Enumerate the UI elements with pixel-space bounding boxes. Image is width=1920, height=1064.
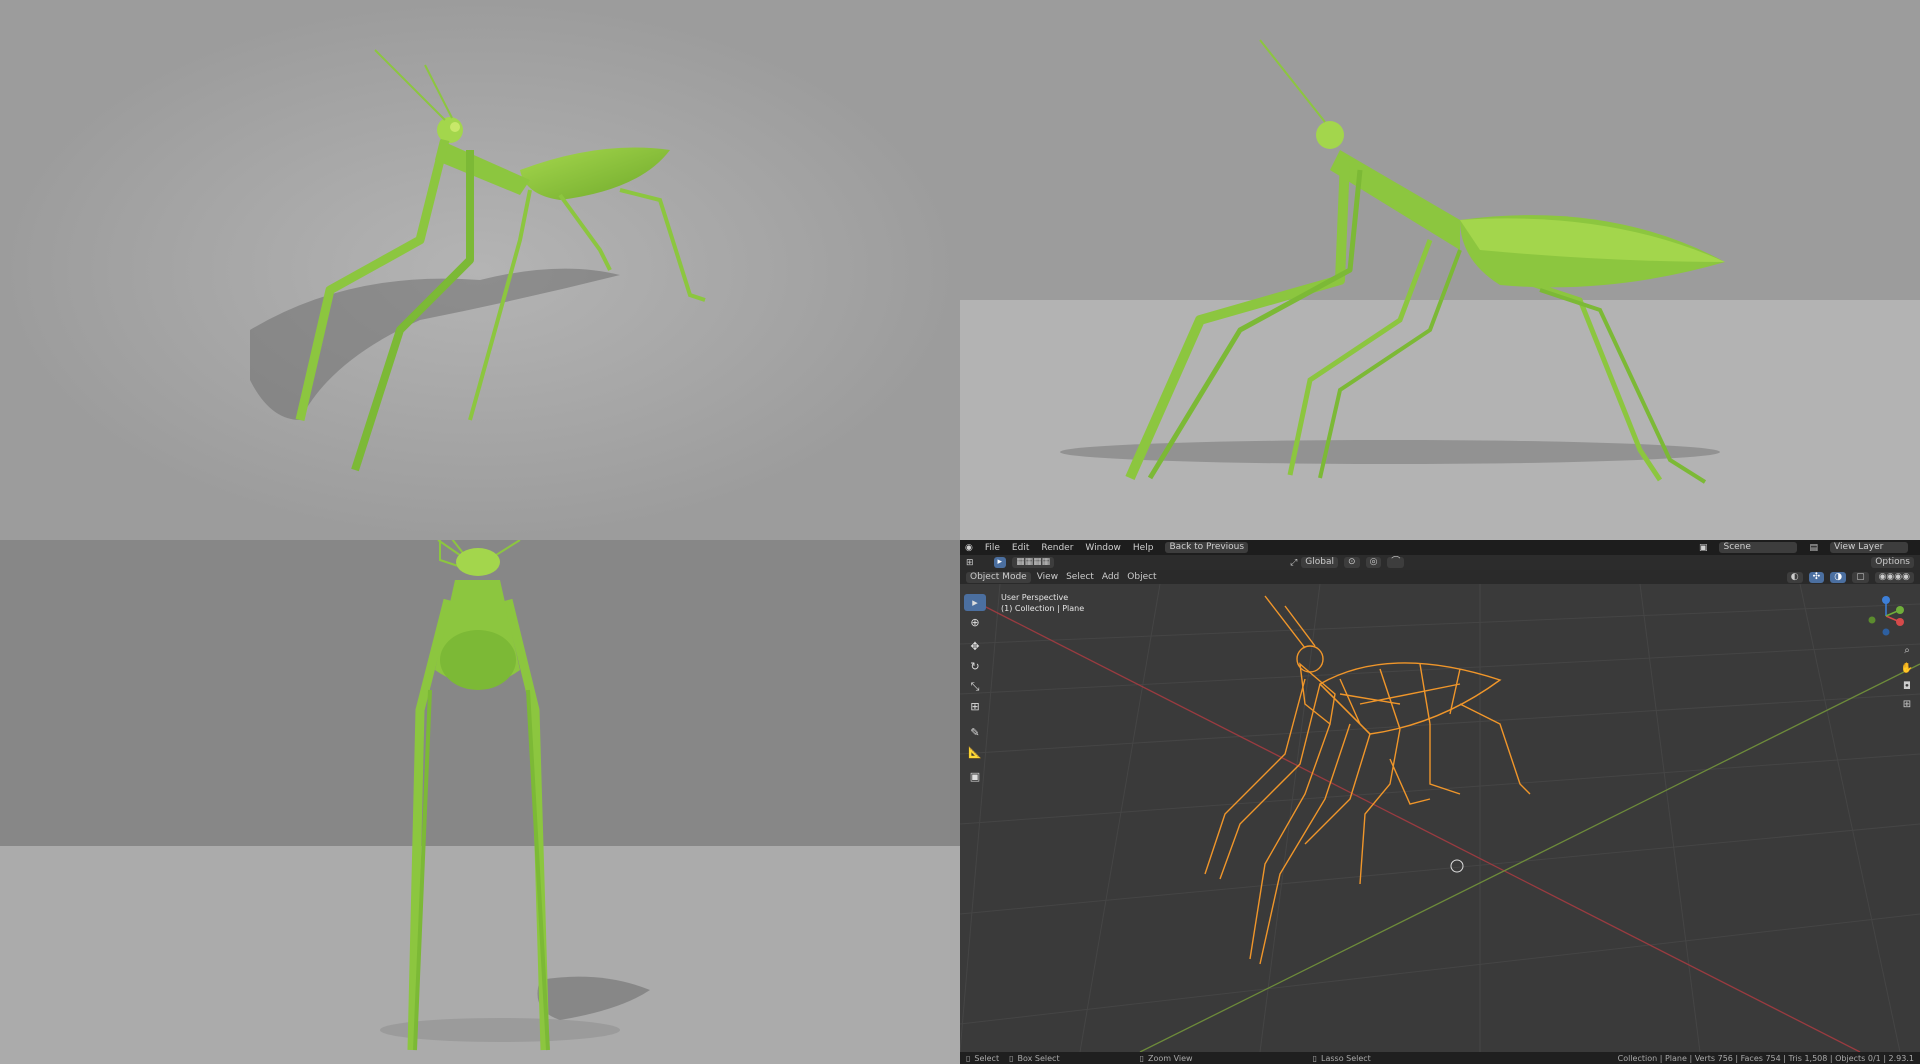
mantis-front-illustration bbox=[0, 540, 960, 1064]
status-box-select: Box Select bbox=[1017, 1053, 1060, 1063]
annotate-tool-icon[interactable]: ✎ bbox=[964, 724, 986, 741]
viewport-info-overlay: User Perspective (1) Collection | Plane bbox=[1001, 592, 1084, 614]
mouse-left-drag-icon: ▯ bbox=[1009, 1053, 1014, 1063]
menu-object[interactable]: Object bbox=[1127, 572, 1156, 582]
measure-tool-icon[interactable]: 📐 bbox=[964, 744, 986, 761]
navigation-gizmo[interactable] bbox=[1866, 596, 1906, 636]
snapping-icon[interactable]: ◎ bbox=[1365, 557, 1382, 568]
view-layer-icon[interactable]: ▤ bbox=[1809, 543, 1818, 553]
tweak-tool-icon[interactable]: ▸ bbox=[964, 594, 986, 611]
mouse-left-icon: ▯ bbox=[966, 1053, 971, 1063]
viewport-header: Object Mode View Select Add Object ◐ ✣ ◑… bbox=[960, 570, 1920, 584]
move-tool-icon[interactable]: ✥ bbox=[964, 638, 986, 655]
tool-settings-header: ⊞ ▸ ▦▦▦▦ ⤢ Global ⊙ ◎ ⌒ Options bbox=[960, 555, 1920, 570]
mantis-side-illustration bbox=[960, 0, 1920, 540]
scene-icon[interactable]: ▣ bbox=[1699, 543, 1708, 553]
menu-window[interactable]: Window bbox=[1085, 543, 1121, 553]
status-select: Select bbox=[974, 1053, 1000, 1063]
scale-tool-icon[interactable]: ⤡ bbox=[964, 678, 986, 695]
menu-view[interactable]: View bbox=[1037, 572, 1058, 582]
mode-dropdown[interactable]: Object Mode bbox=[966, 571, 1031, 583]
render-front-view bbox=[0, 540, 960, 1064]
camera-view-icon[interactable]: ◘ bbox=[1900, 680, 1914, 694]
mantis-three-quarter-illustration bbox=[0, 0, 960, 540]
render-three-quarter-view bbox=[0, 0, 960, 540]
render-side-view bbox=[960, 0, 1920, 540]
rotate-tool-icon[interactable]: ↻ bbox=[964, 658, 986, 675]
viewport-canvas[interactable] bbox=[960, 584, 1920, 1052]
menu-add[interactable]: Add bbox=[1102, 572, 1119, 582]
menu-render[interactable]: Render bbox=[1041, 543, 1073, 553]
menu-select[interactable]: Select bbox=[1066, 572, 1094, 582]
menu-file[interactable]: File bbox=[985, 543, 1000, 553]
visibility-icon[interactable]: ◐ bbox=[1786, 571, 1803, 583]
menu-edit[interactable]: Edit bbox=[1012, 543, 1029, 553]
xray-icon[interactable]: ▢ bbox=[1852, 571, 1869, 583]
view-layer-selector[interactable]: View Layer bbox=[1830, 542, 1908, 553]
select-mode-icons[interactable]: ▦▦▦▦ bbox=[1012, 557, 1055, 568]
blender-window: ◉ File Edit Render Window Help Back to P… bbox=[960, 540, 1920, 1064]
overlay-icon[interactable]: ◑ bbox=[1830, 571, 1847, 583]
status-bar: ▯ Select ▯ Box Select ▯ Zoom View ▯ Lass… bbox=[960, 1052, 1920, 1064]
transform-tool-icon[interactable]: ⊞ bbox=[964, 698, 986, 715]
mouse-middle-icon: ▯ bbox=[1139, 1053, 1144, 1063]
blender-topbar: ◉ File Edit Render Window Help Back to P… bbox=[960, 540, 1920, 555]
pan-hand-icon[interactable]: ✋ bbox=[1900, 662, 1914, 676]
menu-help[interactable]: Help bbox=[1133, 543, 1154, 553]
scene-selector[interactable]: Scene bbox=[1719, 542, 1798, 553]
shading-modes-icon[interactable]: ◉◉◉◉ bbox=[1874, 571, 1914, 583]
orientation-icon: ⤢ bbox=[1290, 557, 1298, 568]
zoom-icon[interactable]: ⌕ bbox=[1900, 644, 1914, 658]
pivot-point-icon[interactable]: ⊙ bbox=[1344, 557, 1360, 568]
transform-orientation-dropdown[interactable]: Global bbox=[1301, 557, 1339, 568]
status-lasso-select: Lasso Select bbox=[1321, 1053, 1371, 1063]
back-to-previous-button[interactable]: Back to Previous bbox=[1165, 542, 1249, 553]
select-tool-icon[interactable]: ▸ bbox=[993, 557, 1007, 568]
status-zoom-view: Zoom View bbox=[1148, 1053, 1193, 1063]
cursor-tool-icon[interactable]: ⊕ bbox=[964, 614, 986, 631]
viewport-subtitle: (1) Collection | Plane bbox=[1001, 604, 1085, 613]
gizmo-icon[interactable]: ✣ bbox=[1808, 571, 1825, 583]
viewport-title: User Perspective bbox=[1001, 593, 1069, 602]
grid-toggle-icon[interactable]: ⊞ bbox=[1900, 698, 1914, 712]
add-cube-tool-icon[interactable]: ▣ bbox=[964, 768, 986, 785]
blender-logo-icon[interactable]: ◉ bbox=[965, 543, 973, 553]
options-dropdown[interactable]: Options bbox=[1871, 557, 1914, 568]
editor-type-icon[interactable]: ⊞ bbox=[966, 558, 974, 568]
scene-statistics: Collection | Plane | Verts 756 | Faces 7… bbox=[1617, 1053, 1914, 1063]
proportional-editing-icon[interactable]: ⌒ bbox=[1387, 557, 1405, 568]
mouse-right-icon: ▯ bbox=[1312, 1053, 1317, 1063]
